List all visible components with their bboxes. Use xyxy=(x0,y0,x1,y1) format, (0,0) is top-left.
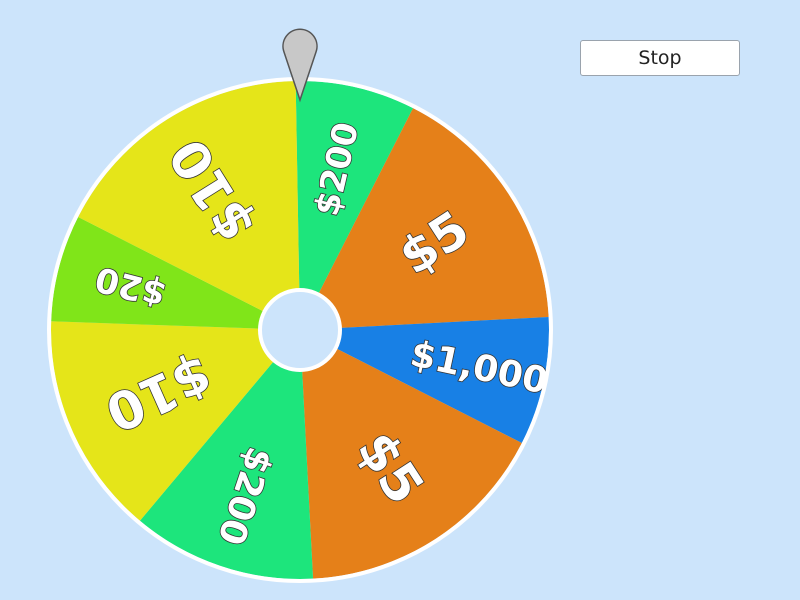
prize-wheel[interactable]: $200$5$1,000$5$200$10$20$10 xyxy=(0,0,800,600)
spin-wheel-game: $200 $5 $1,000 $5 $200 $10 $20 $10 Stop xyxy=(0,0,800,600)
wheel-hub xyxy=(258,288,342,372)
stop-button[interactable]: Stop xyxy=(580,40,740,76)
